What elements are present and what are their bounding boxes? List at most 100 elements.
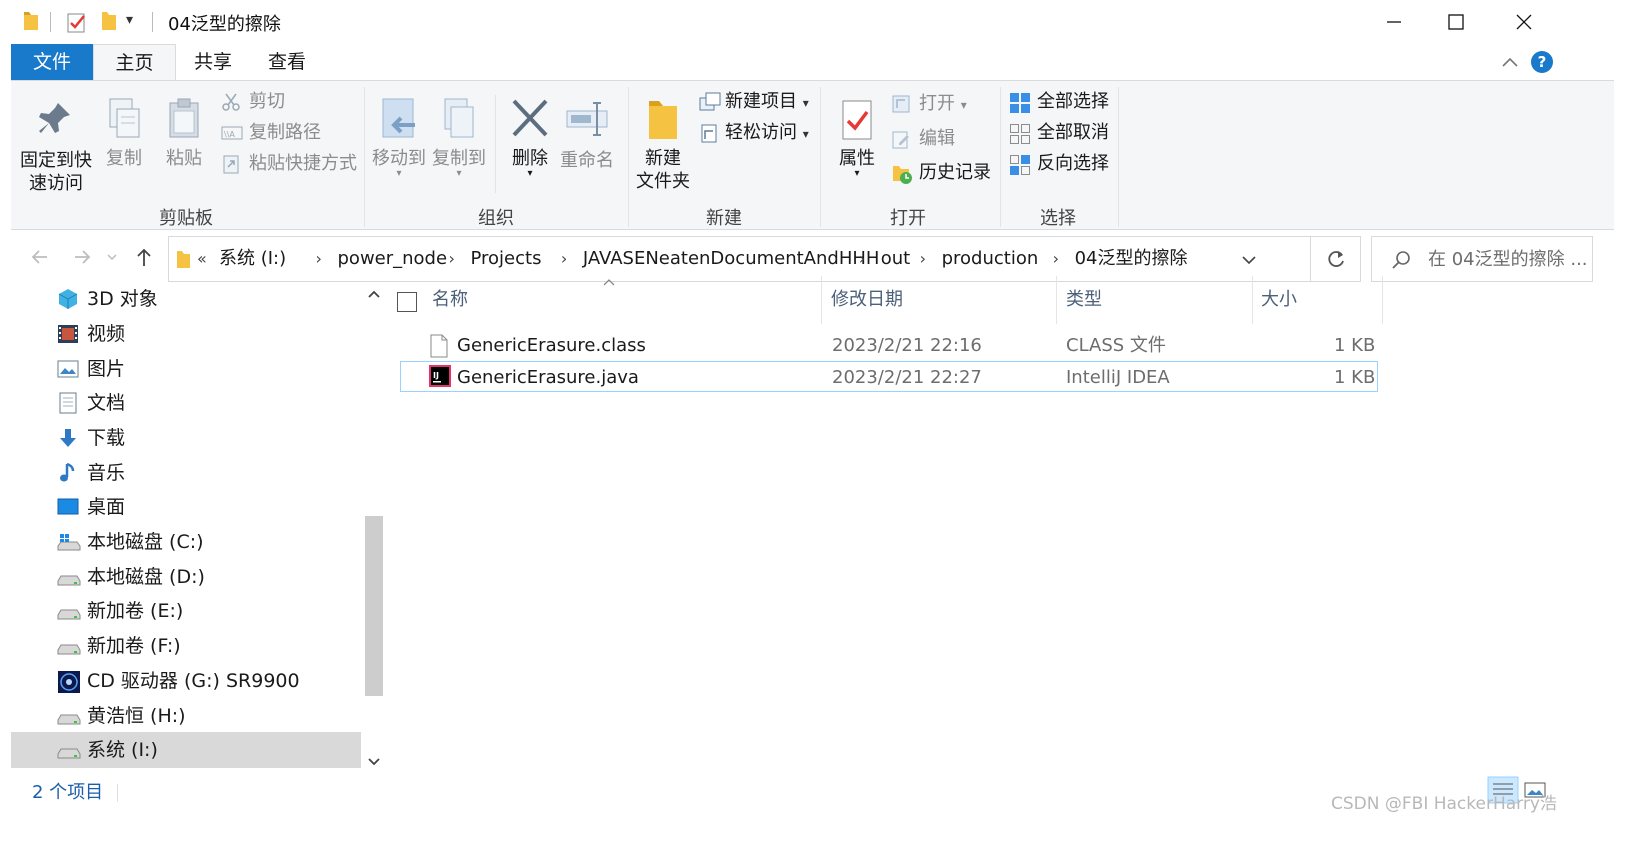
- properties-button[interactable]: 属性 ▾: [829, 95, 885, 179]
- new-item-button[interactable]: 新建项目 ▾: [699, 89, 809, 115]
- nav-item-label: 文档: [87, 392, 126, 414]
- quick-access-dropdown[interactable]: ▾: [126, 12, 133, 28]
- up-button[interactable]: [129, 242, 159, 272]
- copy-path-button[interactable]: \\A 复制路径: [221, 120, 321, 146]
- move-to-button[interactable]: 移动到 ▾: [371, 95, 427, 179]
- breadcrumb-item[interactable]: power_node: [338, 237, 448, 281]
- file-name: GenericErasure.class: [457, 335, 646, 356]
- drive-icon: [57, 566, 81, 588]
- breadcrumb-chevron-icon[interactable]: ›: [920, 237, 926, 281]
- collapse-ribbon-icon[interactable]: [1500, 54, 1520, 70]
- edit-button[interactable]: 编辑: [891, 126, 955, 152]
- column-header-modified[interactable]: 修改日期: [831, 276, 903, 324]
- breadcrumb-item[interactable]: out: [881, 237, 910, 281]
- address-bar[interactable]: « 系统 (I:) › power_node › Projects › JAVASENeat…: [168, 236, 1311, 282]
- open-button[interactable]: 打开 ▾: [891, 91, 967, 117]
- tab-view[interactable]: 查看: [250, 44, 324, 80]
- copy-to-button[interactable]: 复制到 ▾: [431, 95, 487, 179]
- back-arrow-icon: [31, 250, 47, 264]
- breadcrumb-item[interactable]: 系统 (I:): [219, 237, 286, 281]
- nav-item-music[interactable]: 音乐: [11, 455, 361, 491]
- cut-button[interactable]: 剪切: [221, 89, 285, 115]
- help-icon[interactable]: ?: [1530, 50, 1554, 74]
- minimize-button[interactable]: [1359, 0, 1429, 44]
- column-divider[interactable]: [1252, 276, 1253, 324]
- forward-button[interactable]: [67, 242, 97, 272]
- open-group-label: 打开: [890, 208, 926, 229]
- breadcrumb-item[interactable]: production: [942, 237, 1039, 281]
- search-box[interactable]: [1371, 236, 1593, 282]
- back-button[interactable]: [25, 242, 55, 272]
- breadcrumb-chevron-icon[interactable]: ›: [449, 237, 455, 281]
- address-history-dropdown[interactable]: [1239, 247, 1259, 271]
- scroll-down-arrow-icon[interactable]: [366, 754, 382, 770]
- divider: [50, 12, 51, 32]
- breadcrumb-chevron-icon[interactable]: ›: [316, 237, 322, 281]
- column-header-name[interactable]: 名称: [432, 276, 468, 324]
- breadcrumb-item[interactable]: Projects: [471, 237, 542, 281]
- nav-item-pictures[interactable]: 图片: [11, 351, 361, 387]
- new-folder-button[interactable]: 新建 文件夹: [631, 95, 695, 193]
- pin-quick-access-button[interactable]: 固定到快 速访问: [17, 95, 95, 195]
- column-divider[interactable]: [821, 276, 822, 324]
- nav-item-drive-g[interactable]: CD 驱动器 (G:) SR9900: [11, 663, 361, 699]
- paste-button[interactable]: 粘贴: [159, 95, 209, 170]
- select-all-checkbox[interactable]: [397, 292, 417, 312]
- refresh-button[interactable]: [1311, 236, 1361, 282]
- group-divider: [1118, 87, 1119, 227]
- nav-item-downloads[interactable]: 下载: [11, 420, 361, 456]
- nav-item-drive-c[interactable]: 本地磁盘 (C:): [11, 524, 361, 560]
- column-divider[interactable]: [1382, 276, 1383, 324]
- close-button[interactable]: [1489, 0, 1559, 44]
- column-header-size[interactable]: 大小: [1261, 276, 1297, 324]
- breadcrumb-item[interactable]: JAVASENeatenDocumentAndHHH: [583, 237, 880, 281]
- paste-shortcut-button[interactable]: 粘贴快捷方式: [221, 151, 357, 177]
- window-title: 04泛型的擦除: [168, 14, 281, 35]
- easy-access-button[interactable]: 轻松访问 ▾: [699, 120, 809, 146]
- invert-selection-button[interactable]: 反向选择: [1009, 151, 1109, 177]
- select-none-button[interactable]: 全部取消: [1009, 120, 1109, 146]
- new-folder-icon[interactable]: [100, 10, 118, 32]
- nav-item-drive-f[interactable]: 新加卷 (F:): [11, 628, 361, 664]
- scroll-up-arrow-icon[interactable]: [366, 286, 382, 302]
- nav-item-drive-i[interactable]: 系统 (I:): [11, 732, 361, 768]
- nav-item-drive-e[interactable]: 新加卷 (E:): [11, 593, 361, 629]
- nav-item-drive-h[interactable]: 黄浩恒 (H:): [11, 698, 361, 734]
- watermark: CSDN @FBI HackerHarry浩: [1331, 794, 1557, 814]
- pin-icon: [17, 99, 95, 149]
- file-row[interactable]: GenericErasure.class 2023/2/21 22:16 CLA…: [400, 330, 1378, 361]
- chevron-down-icon: [107, 254, 117, 261]
- copy-button[interactable]: 复制: [99, 95, 149, 170]
- breadcrumb-chevron-icon[interactable]: ›: [561, 237, 567, 281]
- tab-home[interactable]: 主页: [93, 44, 176, 81]
- tab-file[interactable]: 文件: [11, 44, 93, 80]
- nav-item-documents[interactable]: 文档: [11, 385, 361, 421]
- nav-item-label: 下载: [87, 427, 126, 449]
- video-film-icon: [57, 323, 79, 345]
- tab-share[interactable]: 共享: [176, 44, 250, 80]
- column-header-type[interactable]: 类型: [1066, 276, 1102, 324]
- delete-button[interactable]: 删除 ▾: [505, 95, 555, 179]
- scroll-thumb[interactable]: [365, 516, 383, 696]
- column-divider[interactable]: [1056, 276, 1057, 324]
- search-input[interactable]: [1428, 237, 1588, 281]
- recent-locations-button[interactable]: [103, 242, 121, 272]
- rename-button[interactable]: 重命名: [559, 95, 615, 172]
- nav-item-videos[interactable]: 视频: [11, 316, 361, 352]
- maximize-button[interactable]: [1421, 0, 1491, 44]
- nav-scrollbar[interactable]: [362, 288, 386, 798]
- nav-item-desktop[interactable]: 桌面: [11, 489, 361, 525]
- rename-label: 重命名: [560, 150, 614, 171]
- breadcrumb-chevron-icon[interactable]: ›: [1053, 237, 1059, 281]
- file-row[interactable]: IJ GenericErasure.java 2023/2/21 22:27 I…: [400, 361, 1378, 392]
- breadcrumb-item[interactable]: 04泛型的擦除: [1075, 237, 1188, 281]
- history-button[interactable]: 历史记录: [891, 160, 991, 186]
- nav-item-drive-d[interactable]: 本地磁盘 (D:): [11, 559, 361, 595]
- properties-check-icon[interactable]: [66, 10, 88, 34]
- item-count: 2 个项目: [32, 782, 104, 803]
- nav-item-3d-objects[interactable]: 3D 对象: [11, 281, 361, 317]
- desktop-icon: [57, 496, 79, 518]
- select-all-button[interactable]: 全部选择: [1009, 89, 1109, 115]
- breadcrumb-chevron-icon[interactable]: ›: [859, 237, 865, 281]
- breadcrumb-overflow[interactable]: «: [197, 237, 207, 281]
